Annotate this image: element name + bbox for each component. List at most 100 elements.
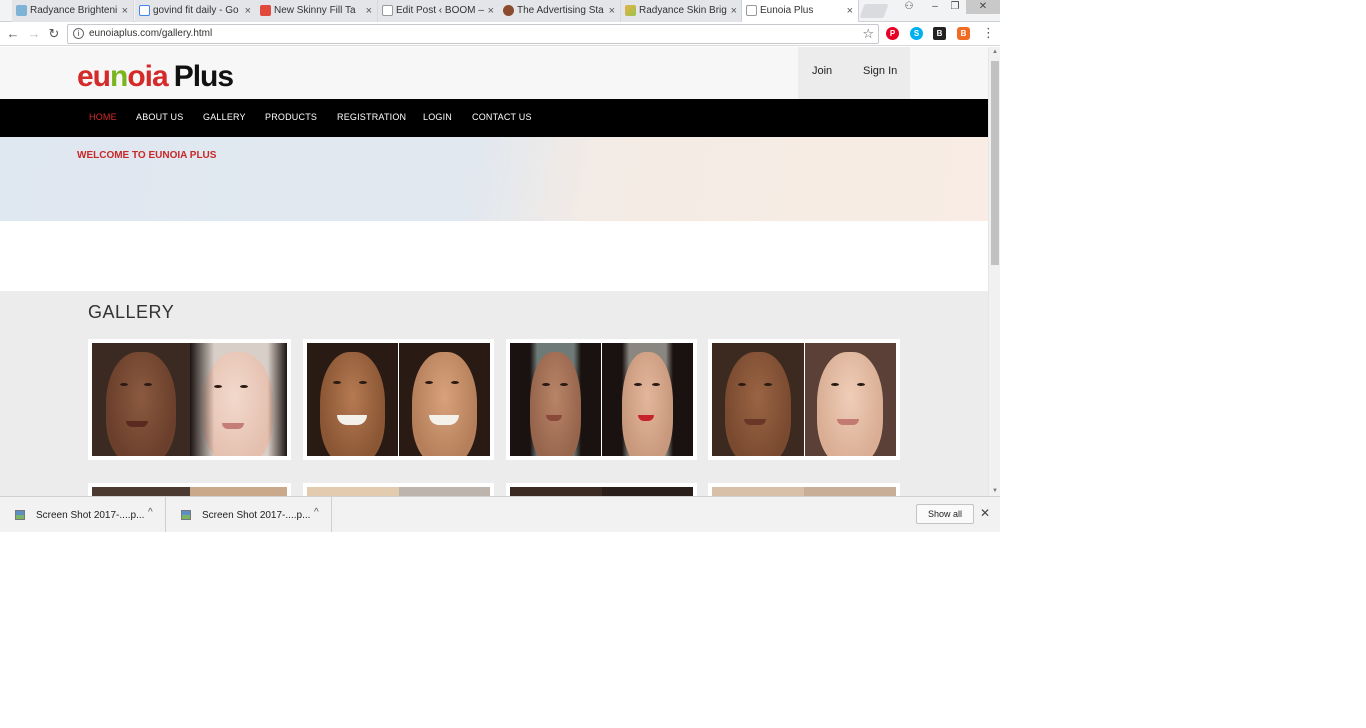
gallery-image[interactable] <box>303 483 494 496</box>
gallery-image[interactable] <box>506 483 697 496</box>
main-nav: HOME ABOUT US GALLERY PRODUCTS REGISTRAT… <box>0 99 988 137</box>
tab-eunoia-plus[interactable]: Eunoia Plus × <box>741 0 859 22</box>
tab-title: Edit Post ‹ BOOM — <box>396 5 484 16</box>
gallery-image[interactable] <box>303 339 494 460</box>
image-file-icon <box>181 510 191 520</box>
spacer-band <box>0 221 988 291</box>
gallery-image[interactable] <box>506 339 697 460</box>
image-file-icon <box>15 510 25 520</box>
tab-favicon-icon <box>503 5 514 16</box>
gallery-image[interactable] <box>88 483 291 496</box>
chevron-up-icon[interactable]: ^ <box>314 507 319 518</box>
tab-title: Radyance Skin Brigh <box>639 5 727 16</box>
back-icon[interactable]: ← <box>5 26 21 42</box>
tab-edit-post[interactable]: Edit Post ‹ BOOM — × <box>378 0 500 22</box>
page-scrollbar[interactable]: ▲ ▼ <box>988 47 1000 496</box>
gallery-section: GALLERY <box>0 291 988 496</box>
after-face <box>398 343 490 456</box>
page-icon <box>746 5 757 16</box>
downloads-shelf: Screen Shot 2017-....p... ^ Screen Shot … <box>0 496 1000 532</box>
scroll-down-icon[interactable]: ▼ <box>992 488 998 494</box>
before-after-photo <box>92 487 287 496</box>
nav-contact-us[interactable]: CONTACT US <box>472 112 532 122</box>
before-after-photo <box>712 487 896 496</box>
logo-part: oia <box>127 60 168 93</box>
gallery-image[interactable] <box>708 339 900 460</box>
download-item[interactable]: Screen Shot 2017-....p... ^ <box>166 497 332 532</box>
download-item[interactable]: Screen Shot 2017-....p... ^ <box>0 497 166 532</box>
bookmark-star-icon[interactable]: ☆ <box>862 26 874 42</box>
welcome-banner: WELCOME TO EUNOIA PLUS <box>0 137 988 221</box>
before-face <box>307 343 398 456</box>
tab-favicon-icon <box>16 5 27 16</box>
skype-icon[interactable]: S <box>910 27 923 40</box>
tab-strip: Radyance Brighteni × govind fit daily - … <box>0 0 1000 22</box>
tab-new-skinny-fill[interactable]: New Skinny Fill Ta × <box>256 0 378 22</box>
tab-radyance-brightening[interactable]: Radyance Brighteni × <box>12 0 134 22</box>
nav-gallery[interactable]: GALLERY <box>203 112 246 122</box>
google-icon <box>139 5 150 16</box>
tab-advertising-standards[interactable]: The Advertising Sta × <box>499 0 621 22</box>
nav-registration[interactable]: REGISTRATION <box>337 112 406 122</box>
before-face <box>712 343 804 456</box>
page-icon <box>382 5 393 16</box>
tab-google-search[interactable]: govind fit daily - Go × <box>135 0 257 22</box>
site-info-icon[interactable]: i <box>73 28 84 39</box>
close-icon[interactable]: × <box>609 0 615 22</box>
close-icon[interactable]: × <box>488 0 494 22</box>
chevron-up-icon[interactable]: ^ <box>148 507 153 518</box>
profile-icon[interactable]: ⚇ <box>898 0 920 14</box>
site-logo[interactable]: eunoia Plus <box>77 60 234 93</box>
gallery-heading: GALLERY <box>88 302 175 322</box>
address-bar[interactable]: i eunoiaplus.com/gallery.html ☆ <box>67 24 879 44</box>
browser-toolbar: ← → ↻ i eunoiaplus.com/gallery.html ☆ P … <box>0 22 1000 46</box>
close-icon[interactable]: ✕ <box>980 506 990 520</box>
before-after-photo <box>92 343 287 456</box>
menu-icon[interactable]: ⋮ <box>982 25 995 41</box>
pinterest-icon[interactable]: P <box>886 27 899 40</box>
nav-home[interactable]: HOME <box>89 112 117 122</box>
close-icon[interactable]: × <box>245 0 251 22</box>
scroll-up-icon[interactable]: ▲ <box>992 49 998 55</box>
before-after-photo <box>712 343 896 456</box>
close-icon[interactable]: × <box>366 0 372 22</box>
tab-title: Radyance Brighteni <box>30 5 118 16</box>
restore-button[interactable]: ❐ <box>944 0 966 14</box>
gallery-image[interactable] <box>88 339 291 460</box>
tab-favicon-icon <box>260 5 271 16</box>
download-filename: Screen Shot 2017-....p... <box>202 510 311 521</box>
join-link[interactable]: Join <box>812 65 832 77</box>
scrollbar-thumb[interactable] <box>991 61 999 265</box>
forward-icon[interactable]: → <box>26 26 42 42</box>
tab-title: govind fit daily - Go <box>153 5 239 16</box>
nav-products[interactable]: PRODUCTS <box>265 112 317 122</box>
close-icon[interactable]: × <box>122 0 128 22</box>
nav-about-us[interactable]: ABOUT US <box>136 112 183 122</box>
download-filename: Screen Shot 2017-....p... <box>36 510 145 521</box>
close-icon[interactable]: × <box>847 0 853 22</box>
close-icon[interactable]: × <box>731 0 737 22</box>
logo-part: eu <box>77 60 111 93</box>
close-window-button[interactable]: ✕ <box>966 0 1000 14</box>
gallery-image[interactable] <box>708 483 900 496</box>
reload-icon[interactable]: ↻ <box>46 26 62 42</box>
tab-radyance-skin[interactable]: Radyance Skin Brigh × <box>621 0 743 22</box>
minimize-button[interactable]: – <box>924 0 946 14</box>
url-text[interactable]: eunoiaplus.com/gallery.html <box>89 28 212 39</box>
before-face <box>92 343 190 456</box>
sign-in-link[interactable]: Sign In <box>863 65 897 77</box>
bookmark-b-icon[interactable]: B <box>933 27 946 40</box>
after-face <box>601 343 693 456</box>
logo-part: n <box>110 60 128 93</box>
after-face <box>803 343 896 456</box>
new-tab-button[interactable] <box>859 4 889 18</box>
before-after-photo <box>307 343 490 456</box>
browser-window: Radyance Brighteni × govind fit daily - … <box>0 0 1000 532</box>
show-all-button[interactable]: Show all <box>916 504 974 524</box>
page-viewport: eunoia Plus Join Sign In HOME ABOUT US GA… <box>0 47 988 496</box>
logo-part: Plus <box>173 60 234 93</box>
nav-login[interactable]: LOGIN <box>423 112 452 122</box>
tab-title: New Skinny Fill Ta <box>274 5 356 16</box>
orange-extension-icon[interactable]: B <box>957 27 970 40</box>
auth-box: Join Sign In <box>798 47 910 99</box>
